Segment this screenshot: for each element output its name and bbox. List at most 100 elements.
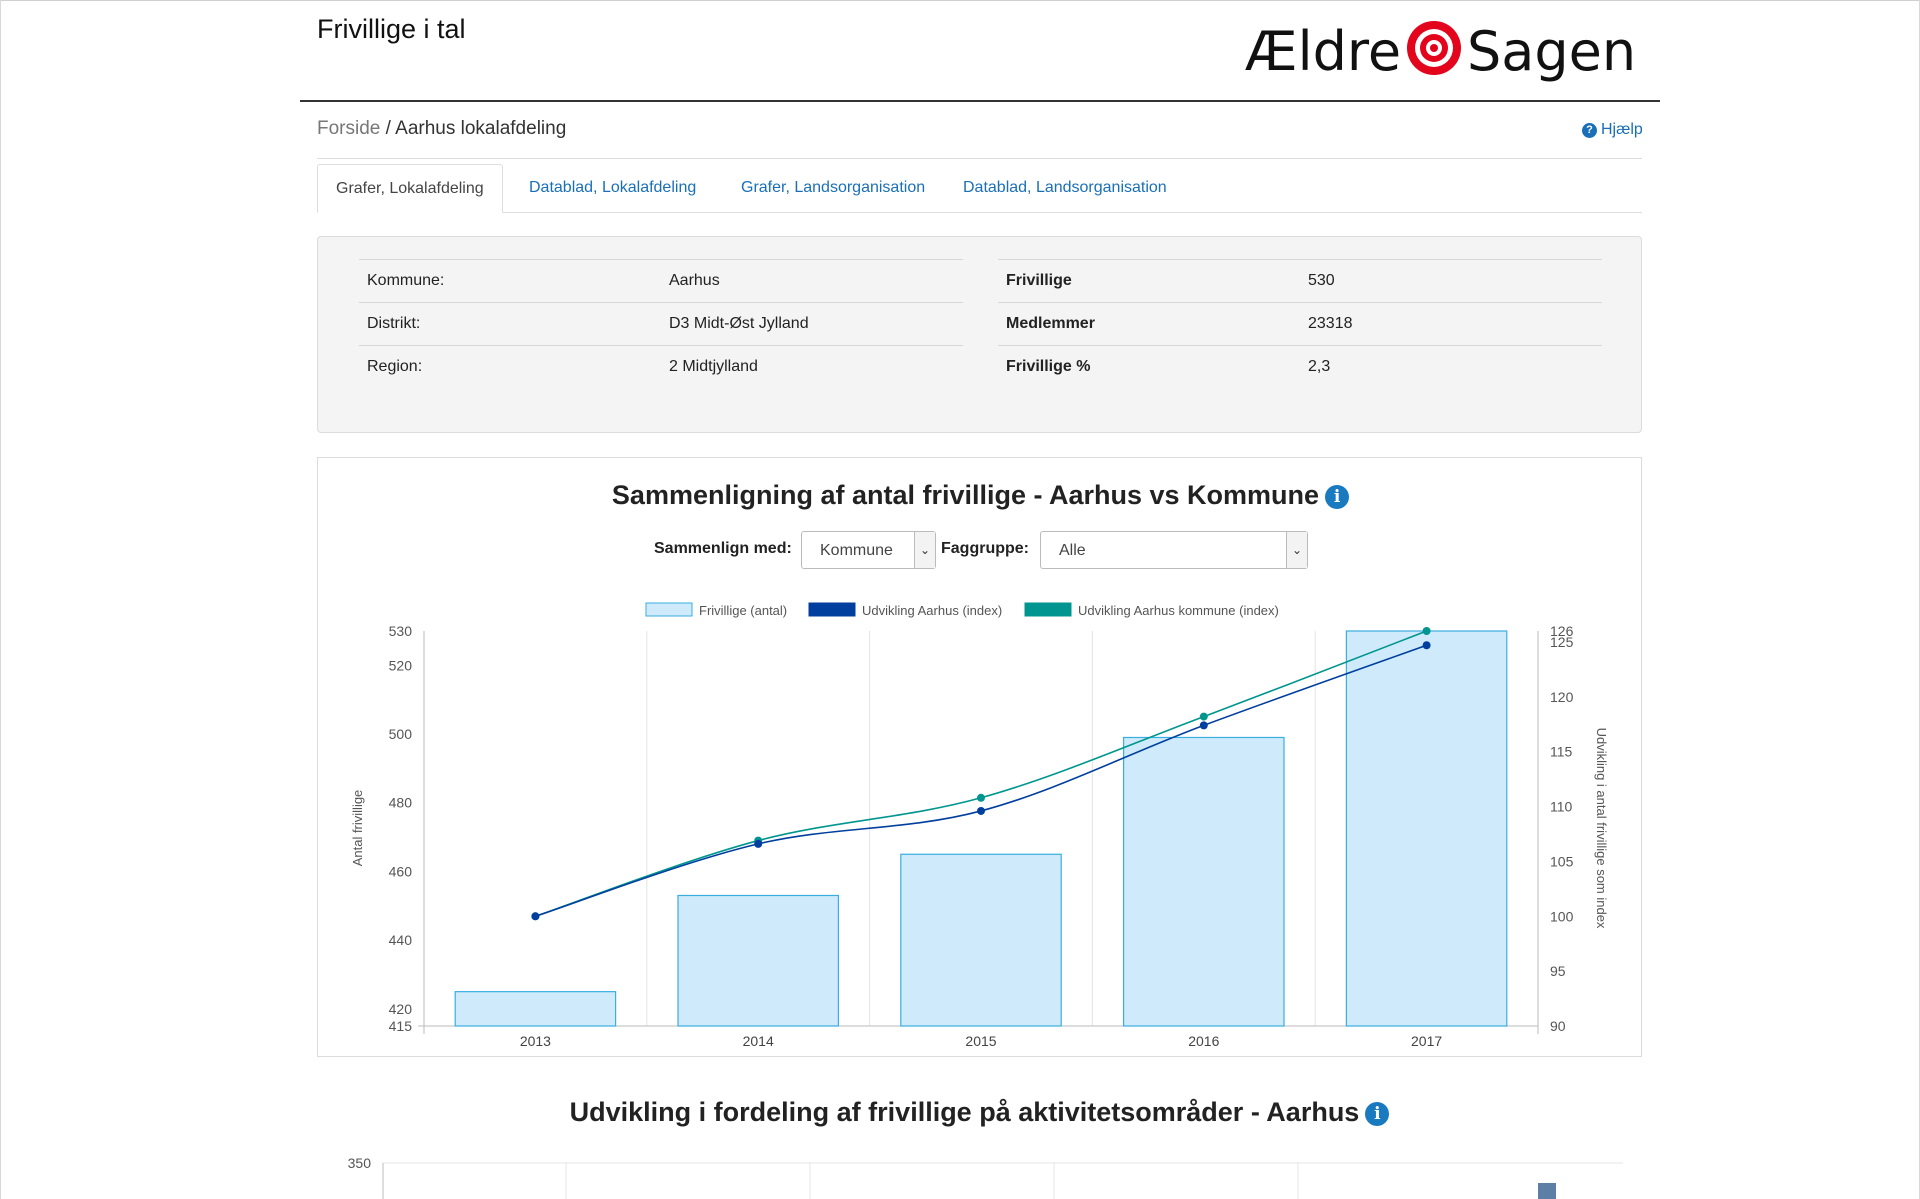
tab-datablad-landsorganisation[interactable]: Datablad, Landsorganisation <box>945 164 1185 212</box>
y-tick-label: 415 <box>389 1018 413 1034</box>
info-value: Aarhus <box>669 272 720 289</box>
window-left-border <box>0 0 1 1199</box>
bar-frivillige <box>677 894 840 1027</box>
y2-tick-label: 95 <box>1550 963 1566 979</box>
y2-axis-label: Udvikling i antal frivillige som index <box>1594 728 1609 929</box>
breadcrumb-home-link[interactable]: Forside <box>317 118 380 139</box>
info-key: Kommune: <box>367 272 445 289</box>
y-tick-label: 520 <box>389 657 413 673</box>
info-value: 2,3 <box>1308 358 1331 375</box>
help-label: Hjælp <box>1601 121 1643 138</box>
info-value: 2 Midtjylland <box>669 358 758 375</box>
x-tick-label: 2015 <box>965 1033 996 1049</box>
logo-spiral-icon <box>1407 21 1461 75</box>
line-point <box>1422 627 1431 635</box>
bar-partial <box>1538 1183 1556 1199</box>
breadcrumb: Forside / Aarhus lokalafdeling <box>317 118 566 140</box>
line-point <box>1199 721 1208 730</box>
info-key: Region: <box>367 358 423 375</box>
y-tick-label: 500 <box>389 726 413 742</box>
tab-grafer-lokalafdeling[interactable]: Grafer, Lokalafdeling <box>317 164 503 213</box>
distribution-chart-title-text: Udvikling i fordeling af frivillige på a… <box>569 1097 1360 1127</box>
y-tick-label: 440 <box>389 932 413 948</box>
y-tick-label: 480 <box>389 795 413 811</box>
aeldre-sagen-logo[interactable]: Ældre Sagen <box>1245 12 1635 88</box>
group-select-value: Alle <box>1059 542 1086 559</box>
window-top-border <box>0 0 1920 1</box>
info-value: D3 Midt-Øst Jylland <box>669 315 809 332</box>
bar-frivillige <box>1345 630 1508 1027</box>
x-tick-label: 2014 <box>743 1033 774 1049</box>
info-row-region: Region: 2 Midtjylland <box>359 345 963 388</box>
y2-tick-label: 126 <box>1550 623 1574 639</box>
help-link[interactable]: ? Hjælp <box>1582 121 1643 139</box>
tab-bar: Grafer, Lokalafdeling Datablad, Lokalafd… <box>317 164 1642 213</box>
info-key: Frivillige <box>1006 272 1072 289</box>
distribution-chart: 350 <box>348 1155 1623 1199</box>
info-icon[interactable]: i <box>1325 485 1350 509</box>
info-value: 23318 <box>1308 315 1353 332</box>
y-tick-label: 530 <box>389 623 413 639</box>
info-icon[interactable]: i <box>1365 1102 1390 1126</box>
y-axis-label: Antal frivillige <box>350 790 365 867</box>
comparison-chart-title: Sammenligning af antal frivillige - Aarh… <box>318 480 1643 511</box>
breadcrumb-current: Aarhus lokalafdeling <box>395 118 567 139</box>
x-tick-label: 2013 <box>520 1033 551 1049</box>
line-point <box>977 806 985 815</box>
header-divider <box>300 100 1660 102</box>
chevron-down-icon: ⌄ <box>914 532 935 568</box>
legend-kommune-label: Udvikling Aarhus kommune (index) <box>1078 603 1279 618</box>
tab-datablad-lokalafdeling[interactable]: Datablad, Lokalafdeling <box>511 164 714 212</box>
comparison-chart-panel: 415 420 440 460 480 500 520 530 90 95 100 105 110 115… <box>317 457 1642 1057</box>
line-point <box>1422 641 1431 650</box>
info-row-frivillige: Frivillige 530 <box>998 259 1602 302</box>
x-tick-label: 2017 <box>1411 1033 1442 1049</box>
line-point <box>977 793 985 802</box>
legend-kommune-swatch <box>1024 602 1072 617</box>
compare-select[interactable]: Kommune ⌄ <box>801 531 936 569</box>
info-key: Medlemmer <box>1006 315 1095 332</box>
breadcrumb-separator: / <box>380 118 396 139</box>
group-select[interactable]: Alle ⌄ <box>1040 531 1308 569</box>
chart-filters: Sammenlign med: Kommune ⌄ Faggruppe: All… <box>318 531 1643 571</box>
question-circle-icon: ? <box>1582 122 1597 138</box>
info-row-distrikt: Distrikt: D3 Midt-Øst Jylland <box>359 302 963 345</box>
line-point <box>531 912 540 921</box>
logo-text-left: Ældre <box>1245 20 1401 83</box>
y-tick-label: 460 <box>389 863 413 879</box>
y2-tick-label: 90 <box>1550 1018 1566 1034</box>
legend-frivillige-label: Frivillige (antal) <box>699 603 787 618</box>
bar-frivillige <box>454 991 617 1027</box>
legend-aarhus-swatch <box>808 602 856 617</box>
y2-tick-label: 115 <box>1550 744 1573 760</box>
line-point <box>1199 712 1208 721</box>
info-key: Distrikt: <box>367 315 421 332</box>
legend-frivillige-swatch <box>645 602 693 617</box>
y2-tick-label: 100 <box>1550 908 1574 924</box>
compare-label: Sammenlign med: <box>654 540 792 557</box>
info-row-frivillige-pct: Frivillige % 2,3 <box>998 345 1602 388</box>
x-tick-label: 2016 <box>1188 1033 1219 1049</box>
line-point <box>754 839 763 848</box>
comparison-chart-title-text: Sammenligning af antal frivillige - Aarh… <box>611 480 1320 510</box>
compare-select-value: Kommune <box>820 542 893 559</box>
chevron-down-icon: ⌄ <box>1286 532 1307 568</box>
distribution-chart-title: Udvikling i fordeling af frivillige på a… <box>317 1097 1642 1128</box>
info-panel: Kommune: Aarhus Distrikt: D3 Midt-Øst Jy… <box>317 236 1642 433</box>
app-title: Frivillige i tal <box>317 14 466 44</box>
group-label: Faggruppe: <box>941 540 1029 557</box>
tab-grafer-landsorganisation[interactable]: Grafer, Landsorganisation <box>723 164 943 212</box>
y2-tick-label: 120 <box>1550 689 1574 705</box>
logo-text-right: Sagen <box>1467 20 1635 83</box>
y2-tick-label: 110 <box>1550 799 1573 815</box>
info-value: 530 <box>1308 272 1335 289</box>
breadcrumb-divider <box>317 158 1642 159</box>
bar-frivillige <box>900 853 1062 1027</box>
y2-tick-label: 105 <box>1550 853 1574 869</box>
info-key: Frivillige % <box>1006 358 1091 375</box>
y-tick-label: 350 <box>348 1155 372 1171</box>
info-row-kommune: Kommune: Aarhus <box>359 259 963 302</box>
info-row-medlemmer: Medlemmer 23318 <box>998 302 1602 345</box>
bar-frivillige <box>1122 736 1285 1027</box>
legend-aarhus-label: Udvikling Aarhus (index) <box>862 603 1002 618</box>
